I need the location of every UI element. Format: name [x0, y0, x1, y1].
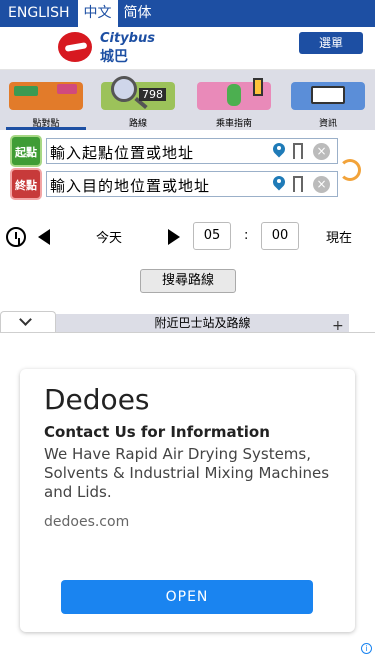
ad-description: We Have Rapid Air Drying Systems, Solven… [44, 445, 330, 501]
clock-icon [6, 227, 26, 247]
tab-info[interactable]: 資訊 [288, 74, 368, 129]
function-tabs: 點對點 798 路線 乘車指南 資訊 [0, 70, 375, 130]
chevron-down-icon [19, 313, 32, 326]
ad-title: Dedoes [44, 383, 150, 416]
walking-guide-icon [197, 78, 271, 110]
ad-open-button[interactable]: OPEN [61, 580, 313, 614]
logo-text-zh: 城巴 [100, 49, 128, 65]
lang-simplified-chinese-button[interactable]: 简体 [118, 0, 158, 27]
bookmark-icon[interactable] [293, 176, 303, 192]
start-value: 輸入起點位置或地址 [50, 144, 195, 162]
minute-select[interactable]: 00 [261, 222, 299, 250]
day-label: 今天 [96, 231, 123, 246]
lang-traditional-chinese-button[interactable]: 中文 [77, 0, 118, 27]
logo-text-en: Citybus [100, 31, 155, 46]
start-row: 起點 輸入起點位置或地址 × [8, 135, 338, 168]
route-search-icon: 798 [101, 76, 175, 110]
header: Citybus 城巴 選單 [0, 27, 375, 70]
tab-guide[interactable]: 乘車指南 [194, 74, 274, 129]
ad-url: dedoes.com [44, 514, 130, 530]
info-book-icon [291, 82, 365, 110]
tab-label: 乘車指南 [215, 119, 252, 129]
nearby-panel-title: 附近巴士站及路線 [154, 316, 251, 330]
end-badge: 終點 [10, 168, 42, 200]
menu-button[interactable]: 選單 [299, 32, 363, 54]
language-bar: ENGLISH 中文 简体 [0, 0, 375, 27]
location-pin-icon[interactable] [273, 176, 285, 192]
end-row: 終點 輸入目的地位置或地址 × [8, 168, 338, 201]
next-day-icon[interactable] [168, 229, 180, 245]
tab-label: 路線 [128, 119, 147, 129]
lang-english-button[interactable]: ENGLISH [0, 0, 78, 27]
nearby-panel-header[interactable]: 附近巴士站及路線 [56, 314, 349, 332]
tab-label: 資訊 [318, 119, 337, 129]
route-planner-icon [9, 82, 83, 110]
ad-subtitle: Contact Us for Information [44, 423, 270, 441]
clear-icon[interactable]: × [313, 176, 330, 193]
citybus-logo: Citybus 城巴 [58, 30, 168, 66]
bookmark-icon[interactable] [293, 143, 303, 159]
ad-info-icon[interactable]: i [361, 643, 372, 654]
tab-routes[interactable]: 798 路線 [98, 74, 178, 129]
ad-card[interactable]: Dedoes Contact Us for Information We Hav… [20, 369, 355, 632]
now-button[interactable]: 現在 [326, 227, 352, 246]
tab-point-to-point[interactable]: 點對點 [6, 74, 86, 130]
end-value: 輸入目的地位置或地址 [50, 177, 211, 195]
start-badge: 起點 [10, 135, 42, 167]
end-field[interactable]: 輸入目的地位置或地址 × [46, 171, 338, 197]
panel-collapse-toggle[interactable] [0, 311, 56, 333]
time-colon: : [244, 228, 249, 243]
swap-icon[interactable] [339, 159, 361, 181]
start-field[interactable]: 輸入起點位置或地址 × [46, 138, 338, 164]
time-row: 今天 05 : 00 現在 [0, 222, 375, 252]
tab-label: 點對點 [32, 119, 60, 129]
previous-day-icon[interactable] [38, 229, 50, 245]
hour-select[interactable]: 05 [193, 222, 231, 250]
citybus-logo-icon [58, 32, 92, 62]
search-route-button[interactable]: 搜尋路線 [140, 269, 236, 293]
location-pin-icon[interactable] [273, 143, 285, 159]
clear-icon[interactable]: × [313, 143, 330, 160]
